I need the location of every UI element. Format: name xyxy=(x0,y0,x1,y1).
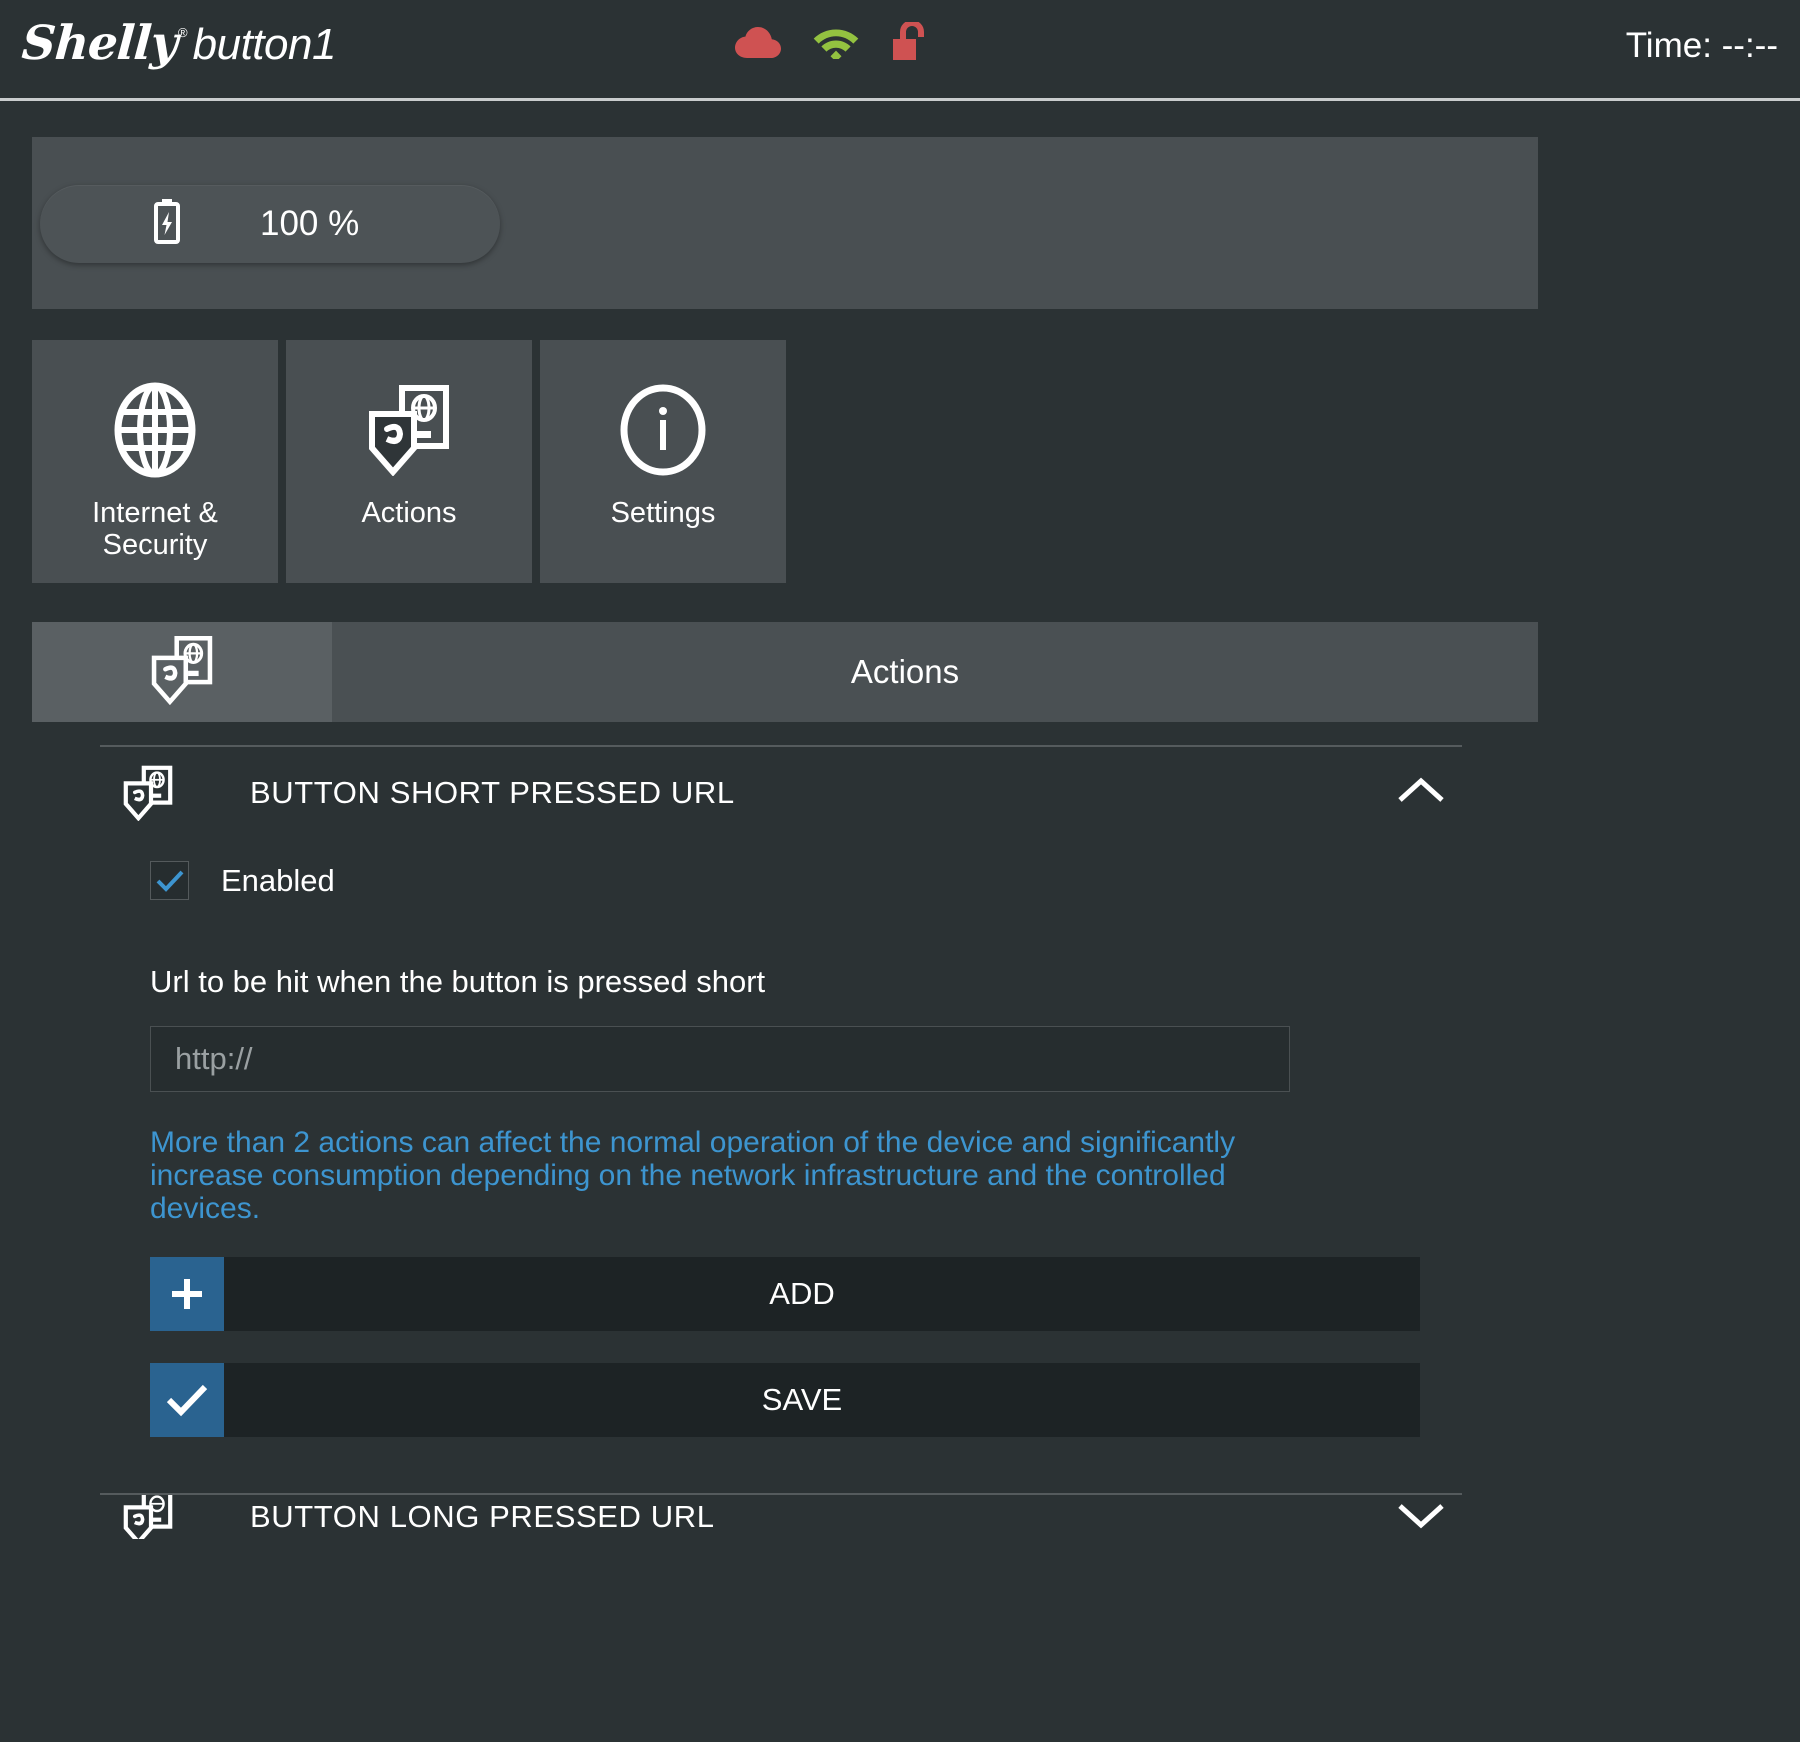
wifi-icon[interactable] xyxy=(813,25,859,59)
tile-internet-security[interactable]: Internet & Security xyxy=(32,340,278,583)
brand-logo[interactable]: Shelly ® button1 xyxy=(20,16,337,71)
url-field-caption: Url to be hit when the button is pressed… xyxy=(150,964,766,999)
check-icon xyxy=(150,1363,224,1437)
tile-label-internet-security: Internet & Security xyxy=(92,497,218,562)
actions-icon xyxy=(148,635,216,710)
add-button-label: ADD xyxy=(769,1276,835,1311)
chevron-down-icon[interactable] xyxy=(1396,1500,1446,1535)
actions-warning-hint: More than 2 actions can affect the norma… xyxy=(150,1126,1236,1225)
battery-percentage: 100 % xyxy=(260,204,360,243)
plus-icon xyxy=(150,1257,224,1331)
tile-label-actions: Actions xyxy=(361,497,457,529)
save-button[interactable]: SAVE xyxy=(150,1363,1420,1437)
accordion-title: BUTTON LONG PRESSED URL xyxy=(250,1499,715,1534)
actions-icon xyxy=(364,385,454,476)
chevron-up-icon[interactable] xyxy=(1396,776,1446,811)
trademark-symbol: ® xyxy=(178,25,188,40)
globe-icon xyxy=(114,382,196,478)
device-model: button1 xyxy=(192,20,337,69)
tile-actions[interactable]: Actions xyxy=(286,340,532,583)
info-icon xyxy=(619,384,707,476)
time-display: Time: --:-- xyxy=(1625,26,1778,65)
actions-icon xyxy=(100,765,196,821)
status-icon-group xyxy=(735,22,925,62)
tile-label-line1: Internet & xyxy=(92,497,218,529)
accordion-title: BUTTON SHORT PRESSED URL xyxy=(250,775,735,810)
tile-settings[interactable]: Settings xyxy=(540,340,786,583)
section-bar-back-button[interactable] xyxy=(32,622,332,722)
enabled-checkbox-label: Enabled xyxy=(221,862,335,898)
accordion-body-button-short-pressed-url: Enabled Url to be hit when the button is… xyxy=(150,861,1440,1437)
accordion-header-button-long-pressed-url[interactable]: BUTTON LONG PRESSED URL xyxy=(100,1495,1462,1539)
section-bar-title: Actions xyxy=(850,653,960,690)
accordion-header-button-short-pressed-url[interactable]: BUTTON SHORT PRESSED URL xyxy=(100,747,1462,839)
battery-status-pill[interactable]: 100 % xyxy=(40,185,500,263)
actions-content: BUTTON SHORT PRESSED URL Enabled Url to … xyxy=(0,745,1800,1539)
save-button-label: SAVE xyxy=(761,1382,843,1417)
nav-tile-group: Internet & Security Actions Settings xyxy=(32,340,786,583)
actions-icon xyxy=(100,1495,196,1539)
lock-open-icon[interactable] xyxy=(891,22,925,62)
tile-label-line2: Security xyxy=(102,528,208,561)
enabled-checkbox-row[interactable]: Enabled xyxy=(150,861,1440,900)
add-button[interactable]: ADD xyxy=(150,1257,1420,1331)
brand-name: Shelly xyxy=(20,16,179,71)
cloud-icon[interactable] xyxy=(735,25,781,59)
tile-label-settings: Settings xyxy=(610,497,716,529)
enabled-checkbox[interactable] xyxy=(150,861,189,900)
battery-panel: 100 % xyxy=(32,137,1538,309)
short-press-url-input[interactable] xyxy=(150,1026,1290,1092)
battery-charging-icon xyxy=(152,198,182,250)
app-header: Shelly ® button1 Time: --:-- xyxy=(0,0,1800,101)
actions-section-bar: Actions xyxy=(32,622,1538,722)
